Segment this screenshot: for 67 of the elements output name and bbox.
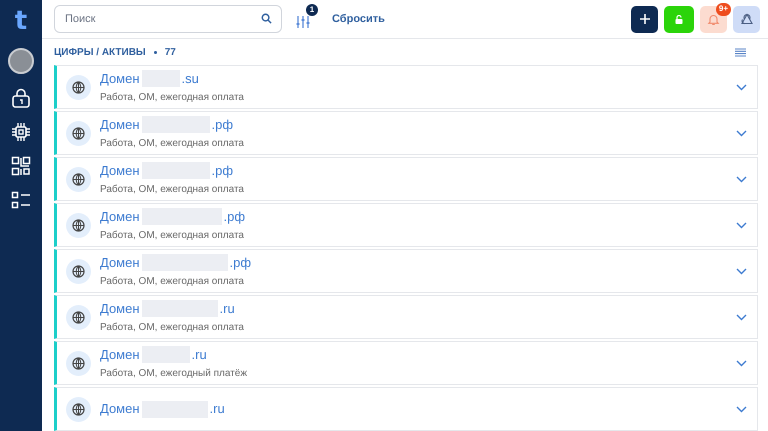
avatar[interactable] — [8, 48, 34, 74]
asset-title-prefix[interactable]: Домен — [100, 252, 140, 272]
asset-title-prefix[interactable]: Домен — [100, 68, 140, 88]
globe-icon — [72, 402, 85, 416]
asset-subtitle: Работа, ОМ, ежегодная оплата — [100, 229, 245, 244]
asset-count: 77 — [164, 46, 176, 60]
asset-subtitle: Работа, ОМ, ежегодный платёж — [100, 367, 248, 382]
asset-card[interactable]: Домен .рф Работа, ОМ, ежегодная оплата — [54, 111, 758, 155]
asset-title-suffix[interactable]: .рф — [212, 160, 234, 180]
asset-subtitle: Работа, ОМ, ежегодная оплата — [100, 91, 245, 106]
asset-card[interactable]: Домен .рф Работа, ОМ, ежегодная оплата — [54, 157, 758, 201]
filter-count-badge: 1 — [306, 4, 318, 16]
asset-card[interactable]: Домен .рф Работа, ОМ, ежегодная оплата — [54, 203, 758, 247]
qr-code-icon[interactable] — [11, 156, 31, 176]
dot-separator-icon — [154, 50, 157, 54]
lock-icon — [675, 14, 683, 24]
notification-count-badge: 9+ — [716, 2, 731, 16]
globe-icon — [72, 264, 85, 278]
asset-title-suffix[interactable]: .ru — [220, 298, 235, 318]
chevron-icon[interactable] — [736, 130, 747, 136]
chevron-icon[interactable] — [736, 222, 747, 228]
reset-button[interactable]: Сбросить — [332, 10, 385, 28]
asset-card[interactable]: Домен .ru — [54, 387, 758, 431]
menu-icon[interactable] — [735, 48, 746, 57]
asset-card[interactable]: Домен .su Работа, ОМ, ежегодная оплата — [54, 65, 758, 109]
asset-title-suffix[interactable]: .рф — [224, 206, 246, 226]
asset-card[interactable]: Домен .рф Работа, ОМ, ежегодная оплата — [54, 249, 758, 293]
asset-title-prefix[interactable]: Домен — [100, 206, 140, 226]
add-button[interactable] — [631, 6, 658, 33]
asset-title-prefix[interactable]: Домен — [100, 160, 140, 180]
chevron-icon[interactable] — [736, 314, 747, 320]
lock-icon[interactable] — [11, 88, 31, 108]
globe-icon — [72, 310, 85, 324]
globe-icon — [72, 356, 85, 370]
search-field[interactable]: Поиск — [54, 5, 282, 34]
checklist-icon[interactable] — [11, 190, 31, 210]
search-icon — [261, 13, 272, 24]
asset-title-suffix[interactable]: .рф — [230, 252, 252, 272]
chip-icon[interactable] — [11, 122, 31, 142]
chevron-icon[interactable] — [736, 268, 747, 274]
asset-title-prefix[interactable]: Домен — [100, 114, 140, 134]
globe-icon — [72, 172, 85, 186]
chevron-icon[interactable] — [736, 176, 747, 182]
plus-icon — [640, 14, 650, 24]
breadcrumb: ЦИФРЫ / АКТИВЫ — [54, 46, 146, 60]
asset-subtitle: Работа, ОМ, ежегодная оплата — [100, 183, 245, 198]
asset-subtitle: Работа, ОМ, ежегодная оплата — [100, 321, 245, 336]
chevron-icon[interactable] — [736, 360, 747, 366]
asset-title-suffix[interactable]: .su — [182, 68, 199, 88]
asset-card[interactable]: Домен .ru Работа, ОМ, ежегодная оплата — [54, 295, 758, 339]
logo[interactable]: t — [14, 8, 28, 34]
asset-title-suffix[interactable]: .рф — [212, 114, 234, 134]
asset-title-prefix[interactable]: Домен — [100, 399, 140, 419]
chevron-icon[interactable] — [736, 84, 747, 90]
globe-icon — [72, 218, 85, 232]
bell-icon — [707, 12, 720, 26]
asset-title-prefix[interactable]: Домен — [100, 298, 140, 318]
asset-title-suffix[interactable]: .ru — [192, 344, 207, 364]
globe-icon — [72, 80, 85, 94]
sliders-icon[interactable] — [296, 15, 310, 30]
asset-title-prefix[interactable]: Домен — [100, 344, 140, 364]
chevron-icon[interactable] — [736, 406, 747, 412]
globe-icon — [72, 126, 85, 140]
asset-card[interactable]: Домен .ru Работа, ОМ, ежегодный платёж — [54, 341, 758, 385]
asset-subtitle: Работа, ОМ, ежегодная оплата — [100, 137, 245, 152]
asset-title-suffix[interactable]: .ru — [210, 399, 225, 419]
asset-subtitle: Работа, ОМ, ежегодная оплата — [100, 275, 245, 290]
